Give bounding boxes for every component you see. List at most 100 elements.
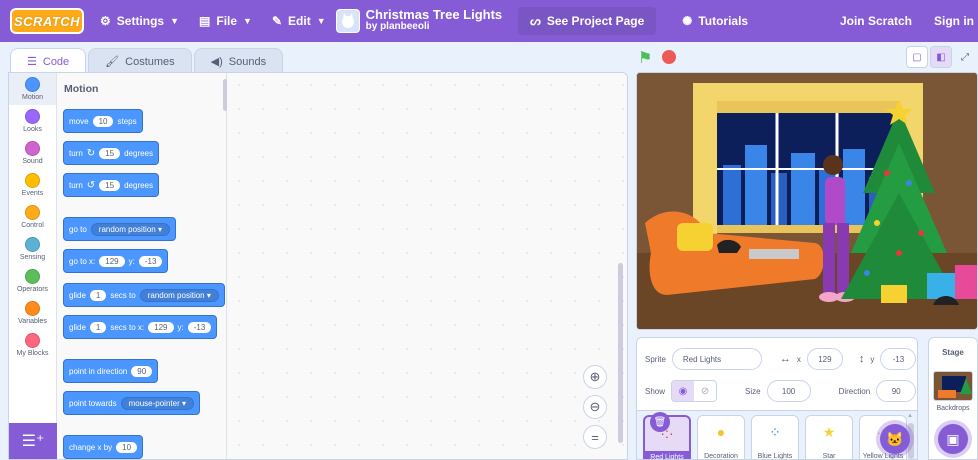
direction-input[interactable]: 90 <box>131 365 153 377</box>
degrees-input[interactable]: 15 <box>99 179 121 191</box>
x-input[interactable]: 129 <box>99 255 125 267</box>
add-extension-icon: ☰⁺ <box>21 433 45 450</box>
sprite-thumbnail[interactable]: ★ Star <box>805 415 853 459</box>
tab-code-label: Code <box>42 55 70 68</box>
rotate-left-icon: ↺ <box>86 179 96 191</box>
visibility-toggle: ◉ ⊘ <box>671 380 718 402</box>
stage-scene-image <box>637 73 977 329</box>
block-palette: Motion move 10 steps turn ↻ 15 degrees t… <box>57 73 227 459</box>
small-stage-button[interactable]: ▢ <box>906 46 928 68</box>
category-color-dot <box>25 269 40 284</box>
x-change-input[interactable]: 10 <box>116 441 138 453</box>
secs-input[interactable]: 1 <box>89 289 107 301</box>
secs-input[interactable]: 1 <box>89 321 107 333</box>
block-text: turn <box>69 180 83 190</box>
y-input[interactable]: -13 <box>138 255 163 267</box>
category-control[interactable]: Control <box>9 201 56 233</box>
category-color-dot <box>25 237 40 252</box>
project-author: by planbeeoli <box>365 21 430 32</box>
category-operators[interactable]: Operators <box>9 265 56 297</box>
normal-stage-icon: ◧ <box>936 51 946 63</box>
eye-slash-icon[interactable]: ⊘ <box>694 381 716 401</box>
settings-menu[interactable]: ⚙ Settings ▼ <box>90 0 189 42</box>
fullscreen-button[interactable]: ⤢ <box>954 46 976 68</box>
delete-sprite-button[interactable]: 🗑 <box>650 412 670 432</box>
category-color-dot <box>25 77 40 92</box>
file-menu[interactable]: ▤ File ▼ <box>189 0 262 42</box>
category-label: Operators <box>16 286 49 293</box>
direction-input[interactable]: 90 <box>876 380 917 402</box>
category-motion[interactable]: Motion <box>9 73 56 105</box>
category-sound[interactable]: Sound <box>9 137 56 169</box>
turn-left-block[interactable]: turn ↺ 15 degrees <box>63 173 160 197</box>
category-sensing[interactable]: Sensing <box>9 233 56 265</box>
add-extension-button[interactable]: ☰⁺ <box>9 423 57 459</box>
zoom-out-button[interactable]: ⊖ <box>583 395 607 419</box>
script-workspace[interactable]: ⊕ ⊖ = <box>227 73 627 459</box>
zoom-reset-button[interactable]: = <box>583 425 607 449</box>
scroll-up-icon[interactable]: ▲ <box>907 413 913 419</box>
tab-costumes[interactable]: 🖌 Costumes <box>88 48 192 74</box>
degrees-input[interactable]: 15 <box>99 147 121 159</box>
image-plus-icon: ▣ <box>946 430 960 447</box>
stop-sign-icon[interactable] <box>662 50 676 64</box>
turn-right-block[interactable]: turn ↻ 15 degrees <box>63 141 160 165</box>
glide-block[interactable]: glide 1 secs to random position ▾ <box>63 283 225 307</box>
workspace-scrollbar[interactable] <box>618 263 623 443</box>
small-stage-icon: ▢ <box>912 51 922 63</box>
block-text: go to <box>69 224 87 234</box>
eye-icon[interactable]: ◉ <box>672 381 695 401</box>
choose-sprite-button[interactable]: 🐱 <box>880 424 910 454</box>
sprite-thumbnail-label: Blue Lights <box>757 453 793 460</box>
scratch-logo[interactable]: SCRATCH <box>10 8 84 34</box>
steps-input[interactable]: 10 <box>92 115 114 127</box>
go-to-xy-block[interactable]: go to x: 129 y: -13 <box>63 249 169 273</box>
target-dropdown[interactable]: mouse-pointer ▾ <box>120 396 194 410</box>
tab-sounds[interactable]: ◀) Sounds <box>193 48 284 74</box>
y-arrows-icon: ↕ <box>858 353 865 365</box>
tutorials-label: Tutorials <box>698 14 749 28</box>
category-color-dot <box>25 205 40 220</box>
project-title[interactable]: Christmas Tree Lights <box>366 8 503 21</box>
y-input[interactable]: -13 <box>880 348 917 370</box>
sprite-name-input[interactable]: Red Lights <box>671 348 762 370</box>
sprite-thumbnail[interactable]: ● Decoration <box>697 415 745 459</box>
size-input[interactable]: 100 <box>766 380 811 402</box>
x-input[interactable]: 129 <box>148 321 174 333</box>
category-events[interactable]: Events <box>9 169 56 201</box>
go-to-block[interactable]: go to random position ▾ <box>63 217 176 241</box>
sprite-thumbnail-label: Red Lights <box>645 451 689 459</box>
category-variables[interactable]: Variables <box>9 297 56 329</box>
code-icon: ☰ <box>27 56 37 68</box>
x-input[interactable]: 129 <box>806 348 843 370</box>
choose-backdrop-button[interactable]: ▣ <box>938 424 968 454</box>
file-icon: ▤ <box>199 14 211 28</box>
dropdown-value: random position <box>98 224 156 234</box>
green-flag-icon[interactable]: ⚑ <box>638 48 652 68</box>
tutorials-menu[interactable]: ✺ Tutorials <box>672 0 758 42</box>
edit-label: Edit <box>288 14 311 28</box>
target-dropdown[interactable]: random position ▾ <box>139 288 219 302</box>
move-steps-block[interactable]: move 10 steps <box>63 109 143 133</box>
normal-stage-button[interactable]: ◧ <box>930 46 952 68</box>
join-scratch-link[interactable]: Join Scratch <box>824 0 928 42</box>
change-x-block[interactable]: change x by 10 <box>63 435 144 459</box>
sprite-thumbnail[interactable]: ⁘ Blue Lights <box>751 415 799 460</box>
category-label: Events <box>21 190 44 197</box>
category-looks[interactable]: Looks <box>9 105 56 137</box>
edit-menu[interactable]: ✎ Edit ▼ <box>262 0 336 42</box>
point-in-direction-block[interactable]: point in direction 90 <box>63 359 159 383</box>
x-label: x <box>796 354 801 364</box>
see-project-page-button[interactable]: ᔕ See Project Page <box>518 7 657 35</box>
point-towards-block[interactable]: point towards mouse-pointer ▾ <box>63 391 200 415</box>
see-project-label: See Project Page <box>546 14 645 28</box>
tab-code[interactable]: ☰ Code <box>10 48 87 74</box>
glide-xy-block[interactable]: glide 1 secs to x: 129 y: -13 <box>63 315 218 339</box>
y-input[interactable]: -13 <box>187 321 212 333</box>
stage-canvas[interactable] <box>636 72 978 330</box>
zoom-in-button[interactable]: ⊕ <box>583 365 607 389</box>
rotate-right-icon: ↻ <box>86 147 96 159</box>
sign-in-link[interactable]: Sign in <box>928 0 978 42</box>
category-my-blocks[interactable]: My Blocks <box>9 329 56 361</box>
target-dropdown[interactable]: random position ▾ <box>90 222 170 236</box>
